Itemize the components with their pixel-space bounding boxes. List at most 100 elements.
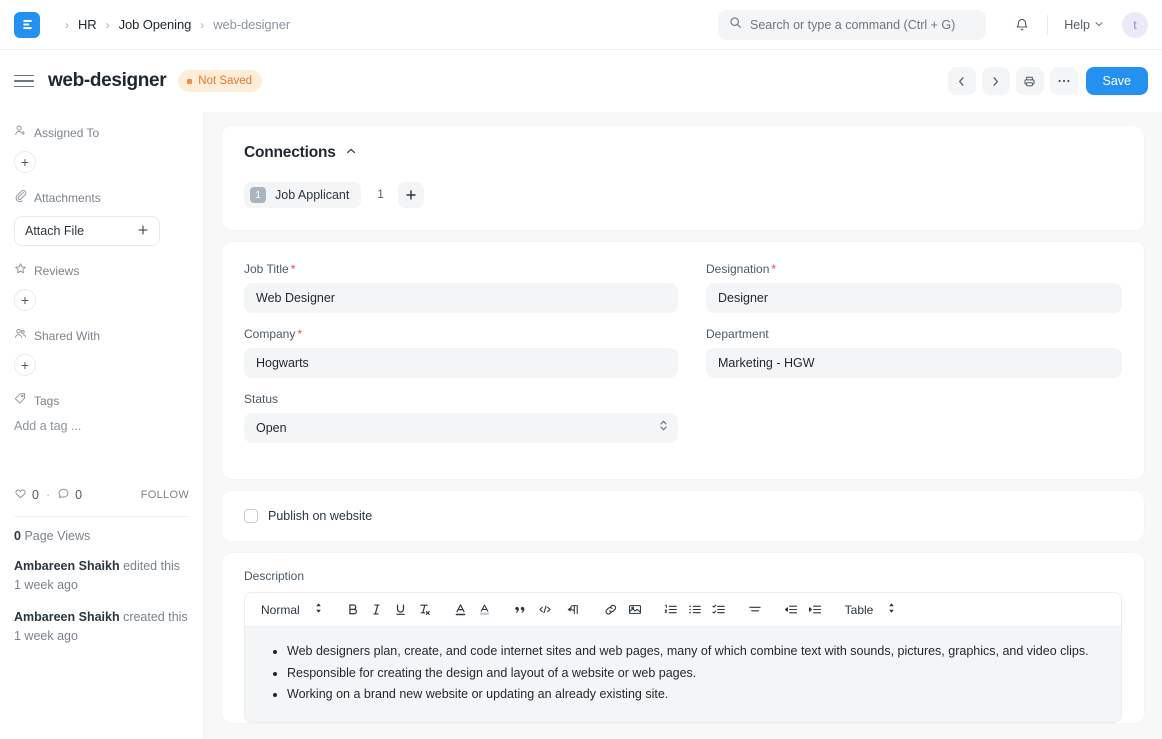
- add-assignment-button[interactable]: +: [14, 151, 36, 173]
- avatar[interactable]: t: [1122, 12, 1148, 38]
- breadcrumb-separator: ›: [200, 17, 205, 32]
- checklist-icon[interactable]: [707, 598, 731, 622]
- connection-trailing-number: 1: [377, 189, 384, 201]
- code-icon[interactable]: [533, 598, 557, 622]
- comment-count: 0: [75, 488, 83, 502]
- chevron-down-icon: [1094, 18, 1104, 32]
- attach-file-button[interactable]: Attach File: [14, 216, 160, 246]
- table-label: Table: [844, 602, 874, 617]
- connection-job-applicant[interactable]: 1 Job Applicant: [244, 182, 362, 208]
- field-designation: Designation *: [706, 262, 1122, 313]
- paragraph-direction-icon[interactable]: [563, 598, 587, 622]
- editor-content[interactable]: Web designers plan, create, and code int…: [245, 627, 1121, 722]
- erpnext-logo-icon[interactable]: [14, 11, 40, 38]
- add-tag-input[interactable]: Add a tag ...: [14, 419, 189, 433]
- add-review-button[interactable]: +: [14, 289, 36, 311]
- next-button[interactable]: [981, 67, 1010, 95]
- sidebar-label-attachments: Attachments: [34, 191, 101, 205]
- breadcrumb: › HR › Job Opening › web-designer: [56, 17, 290, 32]
- connections-header[interactable]: Connections: [244, 144, 1122, 162]
- highlight-icon[interactable]: [473, 598, 497, 622]
- sidebar-section-shared-with: Shared With +: [14, 327, 189, 376]
- bell-icon[interactable]: [1007, 10, 1037, 40]
- save-button[interactable]: Save: [1085, 67, 1148, 95]
- field-department: Department: [706, 327, 1122, 378]
- field-label-company: Company *: [244, 327, 303, 341]
- form-grid: Job Title* Designation* Company* Departm…: [244, 262, 1122, 457]
- main-content: Connections 1 Job Applicant 1 Job Title …: [204, 112, 1162, 739]
- ordered-list-icon[interactable]: [659, 598, 683, 622]
- company-input[interactable]: [244, 348, 678, 378]
- bold-icon[interactable]: [341, 598, 365, 622]
- department-input[interactable]: [706, 348, 1122, 378]
- activity-time: 1 week ago: [14, 578, 78, 593]
- select-updown-icon: [659, 419, 668, 437]
- page-title: web-designer: [48, 70, 167, 91]
- select-updown-icon: [314, 602, 323, 617]
- clear-format-icon[interactable]: [413, 598, 437, 622]
- sidebar-label-tags: Tags: [34, 394, 60, 408]
- prev-button[interactable]: [947, 67, 976, 95]
- breadcrumb-item-hr[interactable]: HR: [78, 17, 97, 32]
- shared-users-icon: [14, 327, 27, 345]
- more-options-button[interactable]: [1049, 67, 1078, 95]
- connection-label: Job Applicant: [275, 188, 350, 202]
- blockquote-icon[interactable]: [509, 598, 533, 622]
- add-share-button[interactable]: +: [14, 354, 36, 376]
- bullet-list-icon[interactable]: [683, 598, 707, 622]
- activity-action: created this: [119, 609, 188, 624]
- activity-item-created: Ambareen Shaikh created this 1 week ago: [14, 608, 189, 647]
- star-icon: [14, 262, 27, 280]
- add-connection-button[interactable]: [397, 182, 424, 208]
- help-menu-button[interactable]: Help: [1058, 14, 1110, 36]
- hamburger-menu-icon[interactable]: [14, 74, 34, 88]
- editor-toolbar: Normal Table: [245, 593, 1121, 627]
- designation-input[interactable]: [706, 283, 1122, 313]
- publish-on-website-label[interactable]: Publish on website: [268, 509, 372, 523]
- breadcrumb-item-current[interactable]: web-designer: [213, 17, 290, 32]
- status-select-wrapper: Open: [244, 413, 678, 443]
- underline-icon[interactable]: [389, 598, 413, 622]
- connections-title: Connections: [244, 144, 336, 161]
- sidebar-label-shared-with: Shared With: [34, 329, 101, 343]
- select-updown-icon: [887, 602, 896, 617]
- job-opening-form-card: Job Title* Designation* Company* Departm…: [222, 242, 1144, 479]
- follow-button[interactable]: FOLLOW: [141, 489, 189, 501]
- italic-icon[interactable]: [365, 598, 389, 622]
- field-label-status: Status: [244, 392, 279, 406]
- field-job-title: Job Title *: [244, 262, 678, 313]
- sidebar-section-reviews: Reviews +: [14, 262, 189, 311]
- link-icon[interactable]: [599, 598, 623, 622]
- comment-icon: [57, 487, 70, 503]
- image-icon[interactable]: [623, 598, 647, 622]
- outdent-icon[interactable]: [779, 598, 803, 622]
- font-color-icon[interactable]: [449, 598, 473, 622]
- comment-stat[interactable]: 0: [57, 487, 82, 503]
- field-label-designation: Designation *: [706, 262, 777, 276]
- field-label-department: Department: [706, 327, 769, 341]
- publish-on-website-checkbox[interactable]: [244, 509, 258, 523]
- breadcrumb-item-job-opening[interactable]: Job Opening: [119, 17, 192, 32]
- print-button[interactable]: [1015, 67, 1044, 95]
- text-style-select[interactable]: Normal: [255, 602, 329, 617]
- job-title-input[interactable]: [244, 283, 678, 313]
- like-count: 0: [32, 488, 39, 502]
- field-label-job-title: Job Title *: [244, 262, 296, 276]
- status-select[interactable]: Open: [244, 413, 678, 443]
- search-input[interactable]: [750, 18, 975, 32]
- table-select[interactable]: Table: [839, 602, 903, 617]
- align-icon[interactable]: [743, 598, 767, 622]
- search-bar[interactable]: [718, 10, 986, 40]
- chevron-up-icon[interactable]: [345, 144, 357, 162]
- indent-icon[interactable]: [803, 598, 827, 622]
- sidebar-stats: 0 · 0 FOLLOW: [14, 487, 189, 503]
- like-stat[interactable]: 0: [14, 487, 39, 503]
- sidebar-section-header: Assigned To: [14, 124, 189, 142]
- page-views: 0 Page Views: [14, 529, 189, 543]
- sidebar-section-header: Tags: [14, 392, 189, 410]
- stat-separator: ·: [45, 488, 51, 502]
- field-company: Company *: [244, 327, 678, 378]
- sidebar-section-attachments: Attachments Attach File: [14, 189, 189, 246]
- heart-icon: [14, 487, 27, 503]
- text-style-label: Normal: [261, 602, 300, 617]
